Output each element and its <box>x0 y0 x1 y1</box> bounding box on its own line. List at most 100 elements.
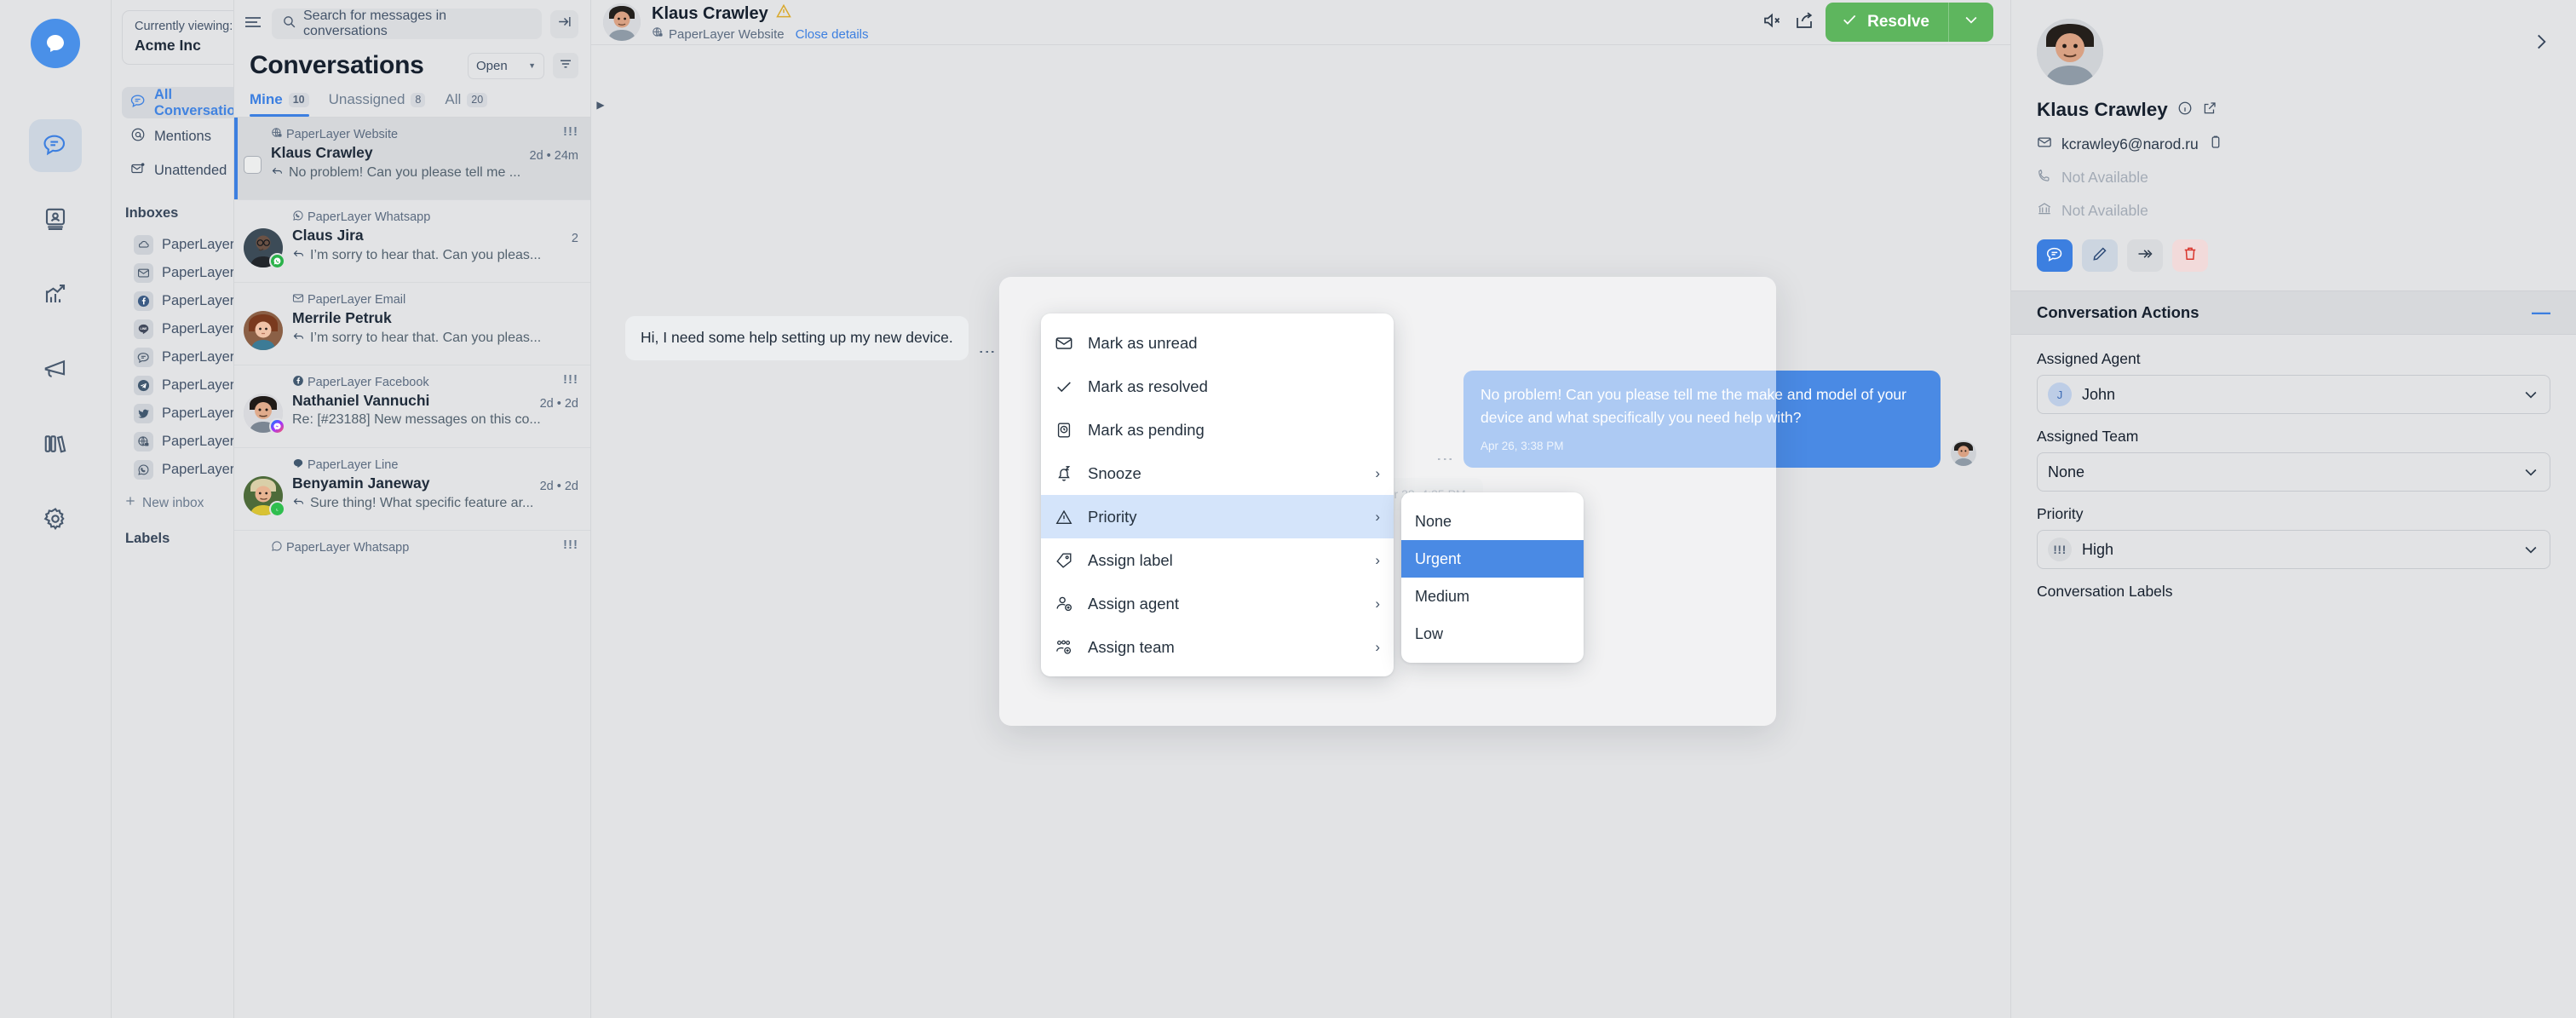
sidebar-inbox-paperlayer-telegram[interactable]: PaperLayer Telegram <box>122 371 233 400</box>
context-menu-item-label: Assign team <box>1088 637 1175 656</box>
rail-item-contacts[interactable] <box>29 194 82 247</box>
context-menu-item-mark-as-resolved[interactable]: Mark as resolved <box>1041 365 1394 408</box>
priority-option-none[interactable]: None <box>1401 503 1584 540</box>
conversation-actions-header[interactable]: Conversation Actions — <box>2011 290 2576 335</box>
sidebar-inbox-paperlayer-email[interactable]: PaperLayer Email <box>122 259 233 287</box>
rail-item-campaigns[interactable] <box>29 344 82 397</box>
conversation-contact-name: Claus Jira <box>292 227 364 244</box>
search-input[interactable]: Search for messages in conversations <box>272 9 542 39</box>
conversation-list-item[interactable]: PaperLayer Email Merrile Petruk I’m sorr… <box>234 283 590 365</box>
rail-item-help-center[interactable] <box>29 419 82 472</box>
share-icon <box>1794 10 1814 35</box>
message-options-button[interactable]: ⋮ <box>978 343 997 360</box>
context-menu-item-assign-team[interactable]: Assign team › <box>1041 625 1394 669</box>
collapse-section-icon[interactable]: — <box>2532 303 2550 322</box>
priority-select[interactable]: !!! High <box>2037 530 2550 569</box>
message-options-button[interactable]: ⋮ <box>1435 451 1454 468</box>
chat-source-row: PaperLayer Website Close details <box>652 26 1751 42</box>
contact-phone: Not Available <box>2061 169 2148 186</box>
conversation-preview: I’m sorry to hear that. Can you pleas... <box>292 247 578 264</box>
envelope-icon <box>134 263 153 283</box>
conversation-list-item[interactable]: PaperLayer Website Klaus Crawley No prob… <box>234 118 590 200</box>
collapse-sidebar-button[interactable] <box>550 9 578 38</box>
bank-icon <box>2037 201 2052 221</box>
books-icon <box>43 431 68 461</box>
sidebar-item-unattended[interactable]: Unattended <box>122 155 233 187</box>
avatar: L <box>244 476 285 517</box>
sidebar-inbox-paperlayer-api[interactable]: PaperLayer API <box>122 231 233 259</box>
sidebar-item-label: Unattended <box>154 163 227 178</box>
conversation-contact-name: Nathaniel Vannuchi <box>292 392 430 409</box>
reply-arrow-icon <box>271 164 284 181</box>
conversation-contact-name: Merrile Petruk <box>292 309 392 326</box>
avatar <box>1951 440 1976 466</box>
resolve-dropdown-button[interactable] <box>1949 11 1993 33</box>
sidebar-inbox-paperlayer-whatsapp[interactable]: PaperLayer Whatsa... <box>122 456 233 484</box>
conversation-checkbox[interactable] <box>244 156 262 174</box>
sidebar-inbox-paperlayer-twitter[interactable]: PaperLayer Twitter <box>122 400 233 428</box>
context-menu-item-priority[interactable]: Priority › <box>1041 495 1394 538</box>
conversation-list-item[interactable]: PaperLayer Facebook Nathaniel Vannuchi R… <box>234 365 590 448</box>
priority-option-urgent[interactable]: Urgent <box>1401 540 1584 578</box>
context-menu-item-assign-label[interactable]: Assign label › <box>1041 538 1394 582</box>
line-icon <box>292 457 304 473</box>
rail-item-reports[interactable] <box>29 269 82 322</box>
conversation-source-label: PaperLayer Website <box>286 128 399 141</box>
conversation-list-item[interactable]: PaperLayer Whatsapp Claus Jira I’m sorry… <box>234 200 590 283</box>
conversation-list-item[interactable]: PaperLayer Whatsapp !!! <box>234 531 590 567</box>
tab-all[interactable]: All 20 <box>445 91 488 117</box>
rail-item-conversations[interactable] <box>29 119 82 172</box>
new-inbox-button[interactable]: New inbox <box>122 494 233 512</box>
menu-icon[interactable] <box>243 12 263 37</box>
tab-count: 10 <box>288 92 309 107</box>
assigned-team-select[interactable]: None <box>2037 452 2550 492</box>
tab-label: Mine <box>250 91 283 107</box>
conversation-preview: Re: [#23188] New messages on this co... <box>292 412 578 428</box>
conversation-list-item[interactable]: L PaperLayer Line Benyamin Janeway Sure … <box>234 448 590 531</box>
edit-contact-button[interactable] <box>2082 239 2118 272</box>
conversation-actions-body: Assigned Agent J John Assigned Team None… <box>2011 335 2576 583</box>
assigned-agent-select[interactable]: J John <box>2037 375 2550 414</box>
whatsapp-icon <box>292 210 304 225</box>
info-icon[interactable] <box>2177 99 2193 121</box>
tab-mine[interactable]: Mine 10 <box>250 91 309 117</box>
current-account-box[interactable]: Currently viewing: Acme Inc <box>122 10 233 65</box>
new-conversation-button[interactable] <box>2037 239 2073 272</box>
rail-item-settings[interactable] <box>29 494 82 547</box>
sidebar-item-mentions[interactable]: Mentions <box>122 121 233 152</box>
expand-thread-button[interactable]: ▶ <box>591 92 610 118</box>
sidebar-inbox-paperlayer-line[interactable]: LINE PaperLayer Line <box>122 315 233 343</box>
svg-text:L: L <box>276 508 279 511</box>
open-external-icon[interactable] <box>2202 99 2217 121</box>
advanced-filter-button[interactable] <box>553 53 578 78</box>
tab-label: Unassigned <box>328 91 405 107</box>
resolve-button[interactable]: Resolve <box>1826 3 1993 42</box>
priority-option-medium[interactable]: Medium <box>1401 578 1584 615</box>
status-filter-select[interactable]: Open ▼ <box>468 52 544 79</box>
share-button[interactable] <box>1794 10 1814 35</box>
sidebar-inbox-paperlayer-website[interactable]: PaperLayer Website <box>122 428 233 456</box>
context-menu-item-assign-agent[interactable]: Assign agent › <box>1041 582 1394 625</box>
next-contact-button[interactable] <box>2530 31 2552 57</box>
delete-contact-button[interactable] <box>2172 239 2208 272</box>
icon-rail <box>0 0 112 1018</box>
chat-contact-name-row: Klaus Crawley <box>652 3 1751 25</box>
sidebar-item-all-conversations[interactable]: All Conversations <box>122 87 233 118</box>
merge-contact-button[interactable] <box>2127 239 2163 272</box>
check-icon <box>1841 11 1858 33</box>
mute-button[interactable] <box>1762 10 1783 35</box>
context-menu-item-snooze[interactable]: Snooze › <box>1041 451 1394 495</box>
sidebar-inbox-paperlayer-facebook[interactable]: PaperLayer Facebo... <box>122 287 233 315</box>
filter-icon <box>558 56 573 76</box>
conversation-source: PaperLayer Facebook <box>292 375 578 390</box>
priority-option-low[interactable]: Low <box>1401 615 1584 653</box>
conversation-preview: I’m sorry to hear that. Can you pleas... <box>292 330 578 347</box>
context-menu-item-mark-as-unread[interactable]: Mark as unread <box>1041 321 1394 365</box>
chevron-right-icon: › <box>1375 595 1380 612</box>
context-menu-item-mark-as-pending[interactable]: Mark as pending <box>1041 408 1394 451</box>
close-details-link[interactable]: Close details <box>796 27 869 42</box>
tab-unassigned[interactable]: Unassigned 8 <box>329 91 426 117</box>
sidebar-inbox-paperlayer-mobile[interactable]: PaperLayer Mobile <box>122 343 233 371</box>
line-icon: LINE <box>134 319 153 339</box>
copy-icon[interactable] <box>2208 135 2223 154</box>
